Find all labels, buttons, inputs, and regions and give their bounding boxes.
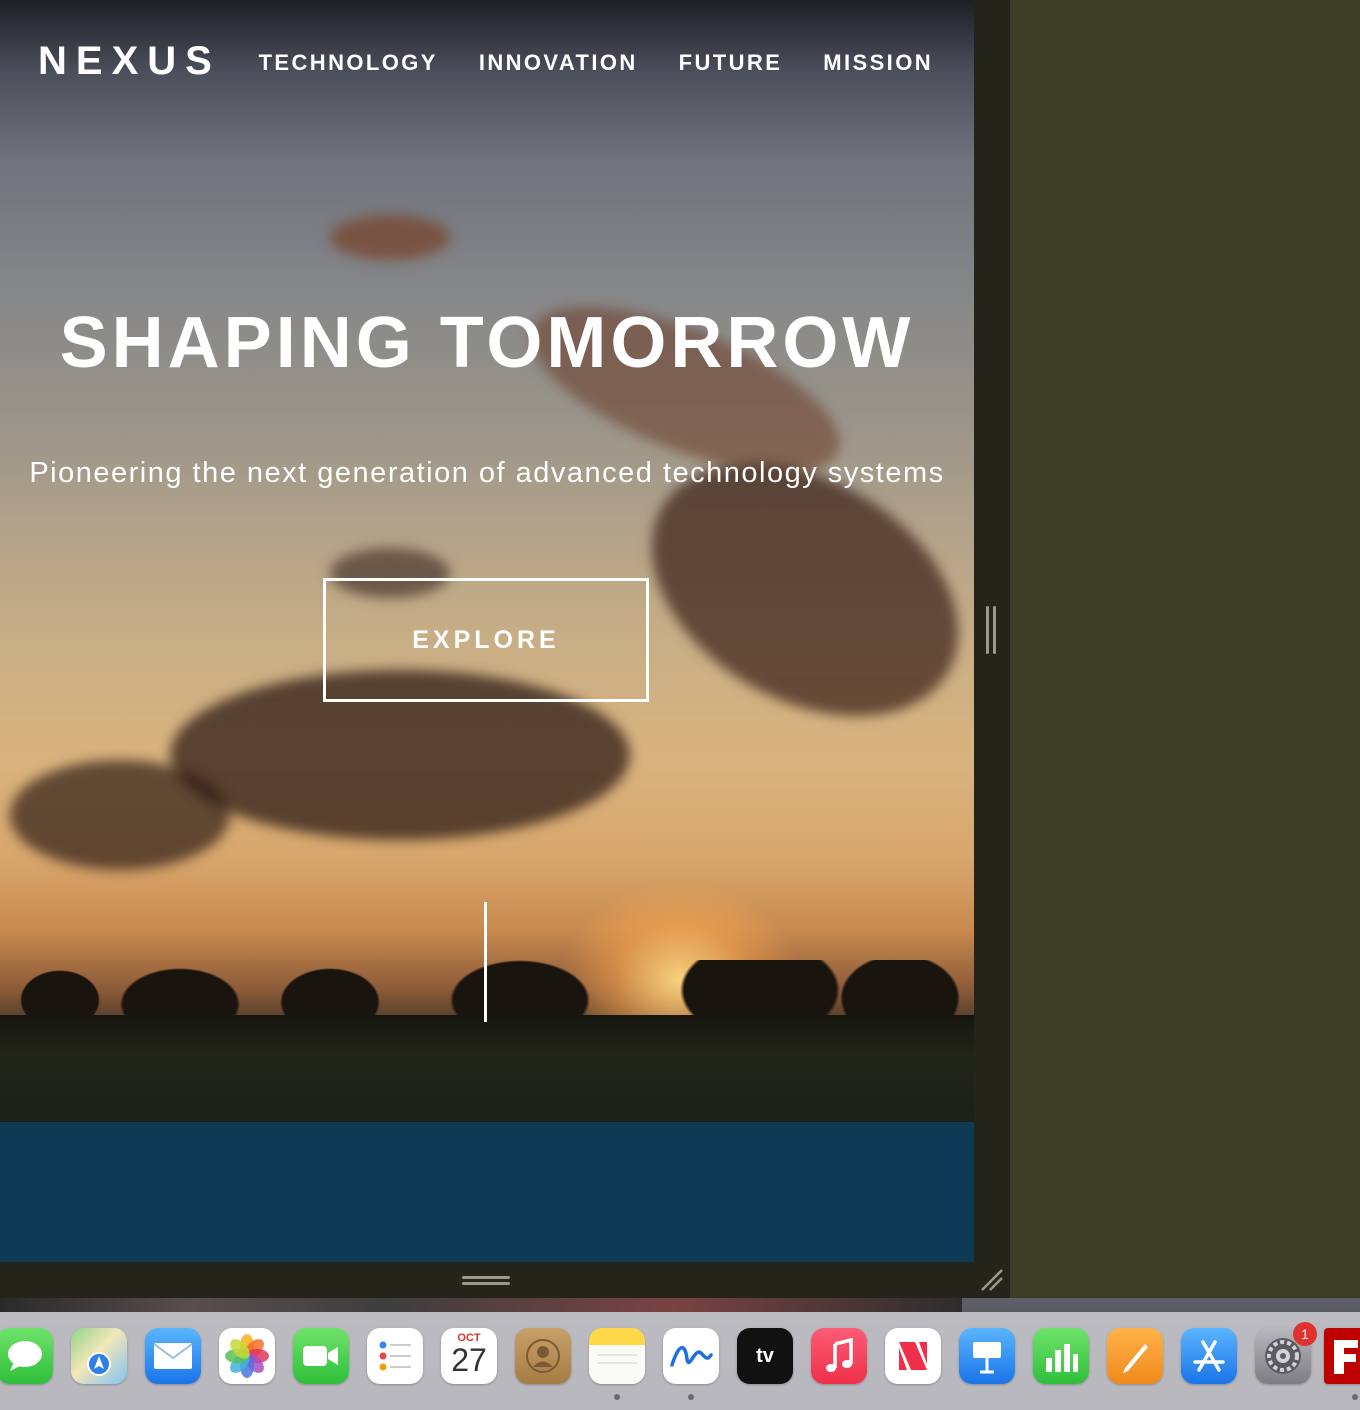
facetime-icon[interactable] — [293, 1328, 349, 1384]
nav-link-innovation[interactable]: INNOVATION — [479, 48, 638, 78]
maps-icon[interactable] — [71, 1328, 127, 1384]
cloud-shape — [10, 760, 230, 870]
resize-corner-icon[interactable] — [978, 1266, 1006, 1294]
calendar-icon[interactable]: OCT 27 — [441, 1328, 497, 1384]
hero-headline: SHAPING TOMORROW — [59, 303, 915, 383]
freeform-icon[interactable] — [663, 1328, 719, 1384]
web-page-viewport: NEXUS TECHNOLOGY INNOVATION FUTURE MISSI… — [0, 0, 974, 1262]
horizontal-resize-handle[interactable] — [462, 1276, 510, 1288]
messages-icon[interactable] — [0, 1328, 53, 1384]
news-icon[interactable] — [885, 1328, 941, 1384]
cloud-shape — [330, 215, 450, 260]
hero-subtitle: Pioneering the next generation of advanc… — [29, 457, 945, 489]
dock: OCT 27 tv — [0, 1312, 1360, 1410]
keynote-icon[interactable] — [959, 1328, 1015, 1384]
notification-badge: 1 — [1293, 1322, 1317, 1346]
explore-button[interactable]: EXPLORE — [323, 578, 649, 702]
running-indicator — [614, 1394, 620, 1400]
desktop-wallpaper-strip — [0, 1298, 962, 1312]
photos-icon[interactable] — [219, 1328, 275, 1384]
notes-icon[interactable] — [589, 1328, 645, 1384]
vertical-resize-handle[interactable] — [986, 606, 998, 654]
mail-icon[interactable] — [145, 1328, 201, 1384]
music-icon[interactable] — [811, 1328, 867, 1384]
nav-link-mission[interactable]: MISSION — [823, 48, 933, 78]
contacts-icon[interactable] — [515, 1328, 571, 1384]
site-logo[interactable]: NEXUS — [38, 38, 221, 84]
running-indicator — [1352, 1394, 1358, 1400]
main-nav: TECHNOLOGY INNOVATION FUTURE MISSION — [259, 48, 933, 78]
calendar-day: 27 — [451, 1342, 487, 1378]
scroll-indicator — [484, 902, 487, 1022]
pages-icon[interactable] — [1107, 1328, 1163, 1384]
nav-link-technology[interactable]: TECHNOLOGY — [259, 48, 438, 78]
hero-section: NEXUS TECHNOLOGY INNOVATION FUTURE MISSI… — [0, 0, 974, 1122]
nav-link-future[interactable]: FUTURE — [679, 48, 783, 78]
app-store-icon[interactable] — [1181, 1328, 1237, 1384]
numbers-icon[interactable] — [1033, 1328, 1089, 1384]
next-section-band — [0, 1122, 974, 1262]
reminders-icon[interactable] — [367, 1328, 423, 1384]
running-indicator — [688, 1394, 694, 1400]
ground — [0, 1015, 974, 1122]
apple-tv-icon[interactable]: tv — [737, 1328, 793, 1384]
filezilla-icon[interactable] — [1324, 1328, 1360, 1384]
apple-tv-label: tv — [756, 1344, 774, 1367]
